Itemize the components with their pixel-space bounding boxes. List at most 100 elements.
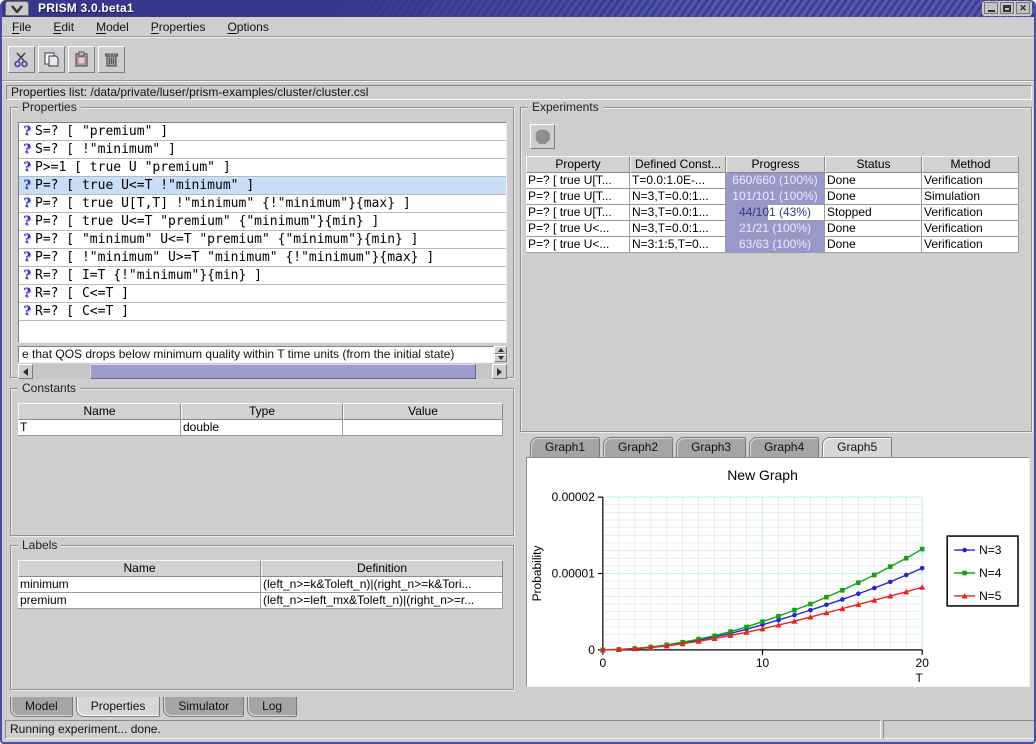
table-cell: (left_n>=k&Toleft_n)|(right_n>=k&Tori... (261, 577, 503, 593)
spinner-down-button[interactable] (494, 354, 507, 362)
property-row[interactable]: ?P=? [ true U[T,T] !"minimum" {!"minimum… (19, 195, 506, 213)
svg-text:New Graph: New Graph (727, 467, 798, 483)
experiment-row[interactable]: P=? [ true U[T...N=3,T=0.0:1...44/101 (4… (526, 205, 1019, 221)
experiment-row[interactable]: P=? [ true U[T...T=0.0:1.0E-...660/660 (… (526, 173, 1019, 189)
tab-simulator[interactable]: Simulator (163, 697, 244, 717)
chart-canvas[interactable]: 00.000010.0000201020New GraphProbability… (526, 457, 1030, 687)
table-cell: Verification (922, 205, 1019, 221)
status-bar: Running experiment... done. (2, 719, 1036, 740)
svg-text:N=3: N=3 (979, 543, 1002, 557)
stop-icon (535, 129, 550, 144)
properties-list-path: Properties list: /data/private/luser/pri… (6, 85, 1032, 100)
column-header[interactable]: Definition (261, 560, 503, 577)
property-row[interactable]: ?P=? [ !"minimum" U>=T "minimum" {!"mini… (19, 249, 506, 267)
column-header[interactable]: Name (18, 560, 261, 577)
labels-group: Labels NameDefinitionminimum(left_n>=k&T… (10, 545, 514, 690)
table-cell: premium (18, 593, 261, 609)
menu-file[interactable]: File (12, 20, 31, 34)
question-icon: ? (19, 124, 35, 139)
property-row[interactable]: ?P=? [ true U<=T "premium" {"minimum"}{m… (19, 213, 506, 231)
maximize-button[interactable] (1000, 2, 1014, 14)
experiment-row[interactable]: P=? [ true U<...N=3:1:5,T=0...63/63 (100… (526, 237, 1019, 253)
window-title: PRISM 3.0.beta1 (38, 1, 134, 15)
main-tab-bar: ModelPropertiesSimulatorLog (10, 697, 297, 718)
window-controls: ✕ (982, 1, 1032, 16)
maximize-icon (1003, 5, 1011, 12)
stop-experiment-button[interactable] (530, 124, 555, 149)
constants-table[interactable]: NameTypeValueTdouble (18, 403, 503, 436)
labels-table[interactable]: NameDefinitionminimum(left_n>=k&Toleft_n… (18, 560, 503, 609)
progress-bar: 660/660 (100%) (726, 173, 825, 189)
cut-button[interactable] (8, 46, 35, 73)
tab-graph3[interactable]: Graph3 (676, 437, 746, 457)
progress-bar: 21/21 (100%) (726, 221, 825, 237)
question-icon: ? (19, 160, 35, 175)
property-row[interactable]: ?S=? [ "premium" ] (19, 123, 506, 141)
table-cell: Verification (922, 221, 1019, 237)
menu-edit[interactable]: Edit (53, 20, 74, 34)
title-bar: PRISM 3.0.beta1 ✕ (2, 0, 1034, 17)
menu-options[interactable]: Options (227, 20, 268, 34)
table-row[interactable]: Tdouble (18, 420, 503, 436)
tab-model[interactable]: Model (10, 697, 73, 717)
scroll-right-button[interactable] (492, 364, 507, 379)
comment-hscrollbar[interactable] (18, 364, 507, 379)
column-header[interactable]: Name (18, 403, 181, 420)
prism-window: PRISM 3.0.beta1 ✕ FileEditModelPropertie… (0, 0, 1036, 744)
property-row[interactable]: ?R=? [ C<=T ] (19, 285, 506, 303)
close-icon: ✕ (1019, 4, 1027, 13)
toolbar (2, 38, 1034, 81)
menu-model[interactable]: Model (96, 20, 129, 34)
column-header[interactable]: Status (825, 156, 922, 173)
column-header[interactable]: Type (181, 403, 343, 420)
experiments-group: Experiments PropertyDefined Const...Prog… (520, 107, 1032, 432)
column-header[interactable]: Method (922, 156, 1019, 173)
minimize-button[interactable] (984, 2, 998, 14)
experiment-row[interactable]: P=? [ true U[T...N=3,T=0.0:1...101/101 (… (526, 189, 1019, 205)
experiments-table[interactable]: PropertyDefined Const...ProgressStatusMe… (526, 156, 1019, 253)
experiment-row[interactable]: P=? [ true U<...N=3,T=0.0:1...21/21 (100… (526, 221, 1019, 237)
status-progress-cell (883, 720, 1035, 739)
column-header[interactable]: Value (343, 403, 503, 420)
column-header[interactable]: Progress (726, 156, 825, 173)
tab-graph4[interactable]: Graph4 (749, 437, 819, 457)
question-icon: ? (19, 268, 35, 283)
property-row[interactable]: ?P=? [ "minimum" U<=T "premium" {"minimu… (19, 231, 506, 249)
property-comment-field[interactable]: e that QOS drops below minimum quality w… (18, 346, 494, 363)
tab-properties[interactable]: Properties (76, 697, 161, 717)
column-header[interactable]: Property (526, 156, 630, 173)
close-button[interactable]: ✕ (1016, 2, 1030, 14)
property-row[interactable]: ?R=? [ C<=T ] (19, 303, 506, 321)
table-cell: P=? [ true U[T... (526, 189, 630, 205)
table-cell: T=0.0:1.0E-... (630, 173, 726, 189)
property-row[interactable]: ?R=? [ I=T {!"minimum"}{min} ] (19, 267, 506, 285)
delete-button[interactable] (98, 46, 125, 73)
table-row[interactable]: minimum(left_n>=k&Toleft_n)|(right_n>=k&… (18, 577, 503, 593)
table-row[interactable]: premium(left_n>=left_mx&Toleft_n)|(right… (18, 593, 503, 609)
spinner-up-button[interactable] (494, 346, 507, 354)
tab-log[interactable]: Log (247, 697, 297, 717)
column-header[interactable]: Defined Const... (630, 156, 726, 173)
tab-graph1[interactable]: Graph1 (530, 437, 600, 457)
progress-text: 63/63 (100%) (726, 237, 824, 252)
question-icon: ? (19, 196, 35, 211)
copy-icon (43, 51, 60, 68)
property-row[interactable]: ?S=? [ !"minimum" ] (19, 141, 506, 159)
properties-list[interactable]: ?S=? [ "premium" ]?S=? [ !"minimum" ]?P>… (18, 122, 507, 343)
paste-button[interactable] (68, 46, 95, 73)
table-cell: Simulation (922, 189, 1019, 205)
table-cell: Verification (922, 237, 1019, 253)
window-menu-button[interactable] (5, 1, 29, 16)
table-cell: Stopped (825, 205, 922, 221)
hscroll-thumb[interactable] (90, 364, 476, 379)
labels-group-title: Labels (18, 539, 61, 551)
copy-button[interactable] (38, 46, 65, 73)
menu-properties[interactable]: Properties (151, 20, 206, 34)
property-row[interactable]: ?P>=1 [ true U "premium" ] (19, 159, 506, 177)
table-cell: minimum (18, 577, 261, 593)
property-row[interactable]: ?P=? [ true U<=T !"minimum" ] (19, 177, 506, 195)
scroll-left-button[interactable] (18, 364, 33, 379)
arrow-up-icon (498, 348, 504, 352)
tab-graph2[interactable]: Graph2 (603, 437, 673, 457)
tab-graph5[interactable]: Graph5 (822, 437, 892, 457)
